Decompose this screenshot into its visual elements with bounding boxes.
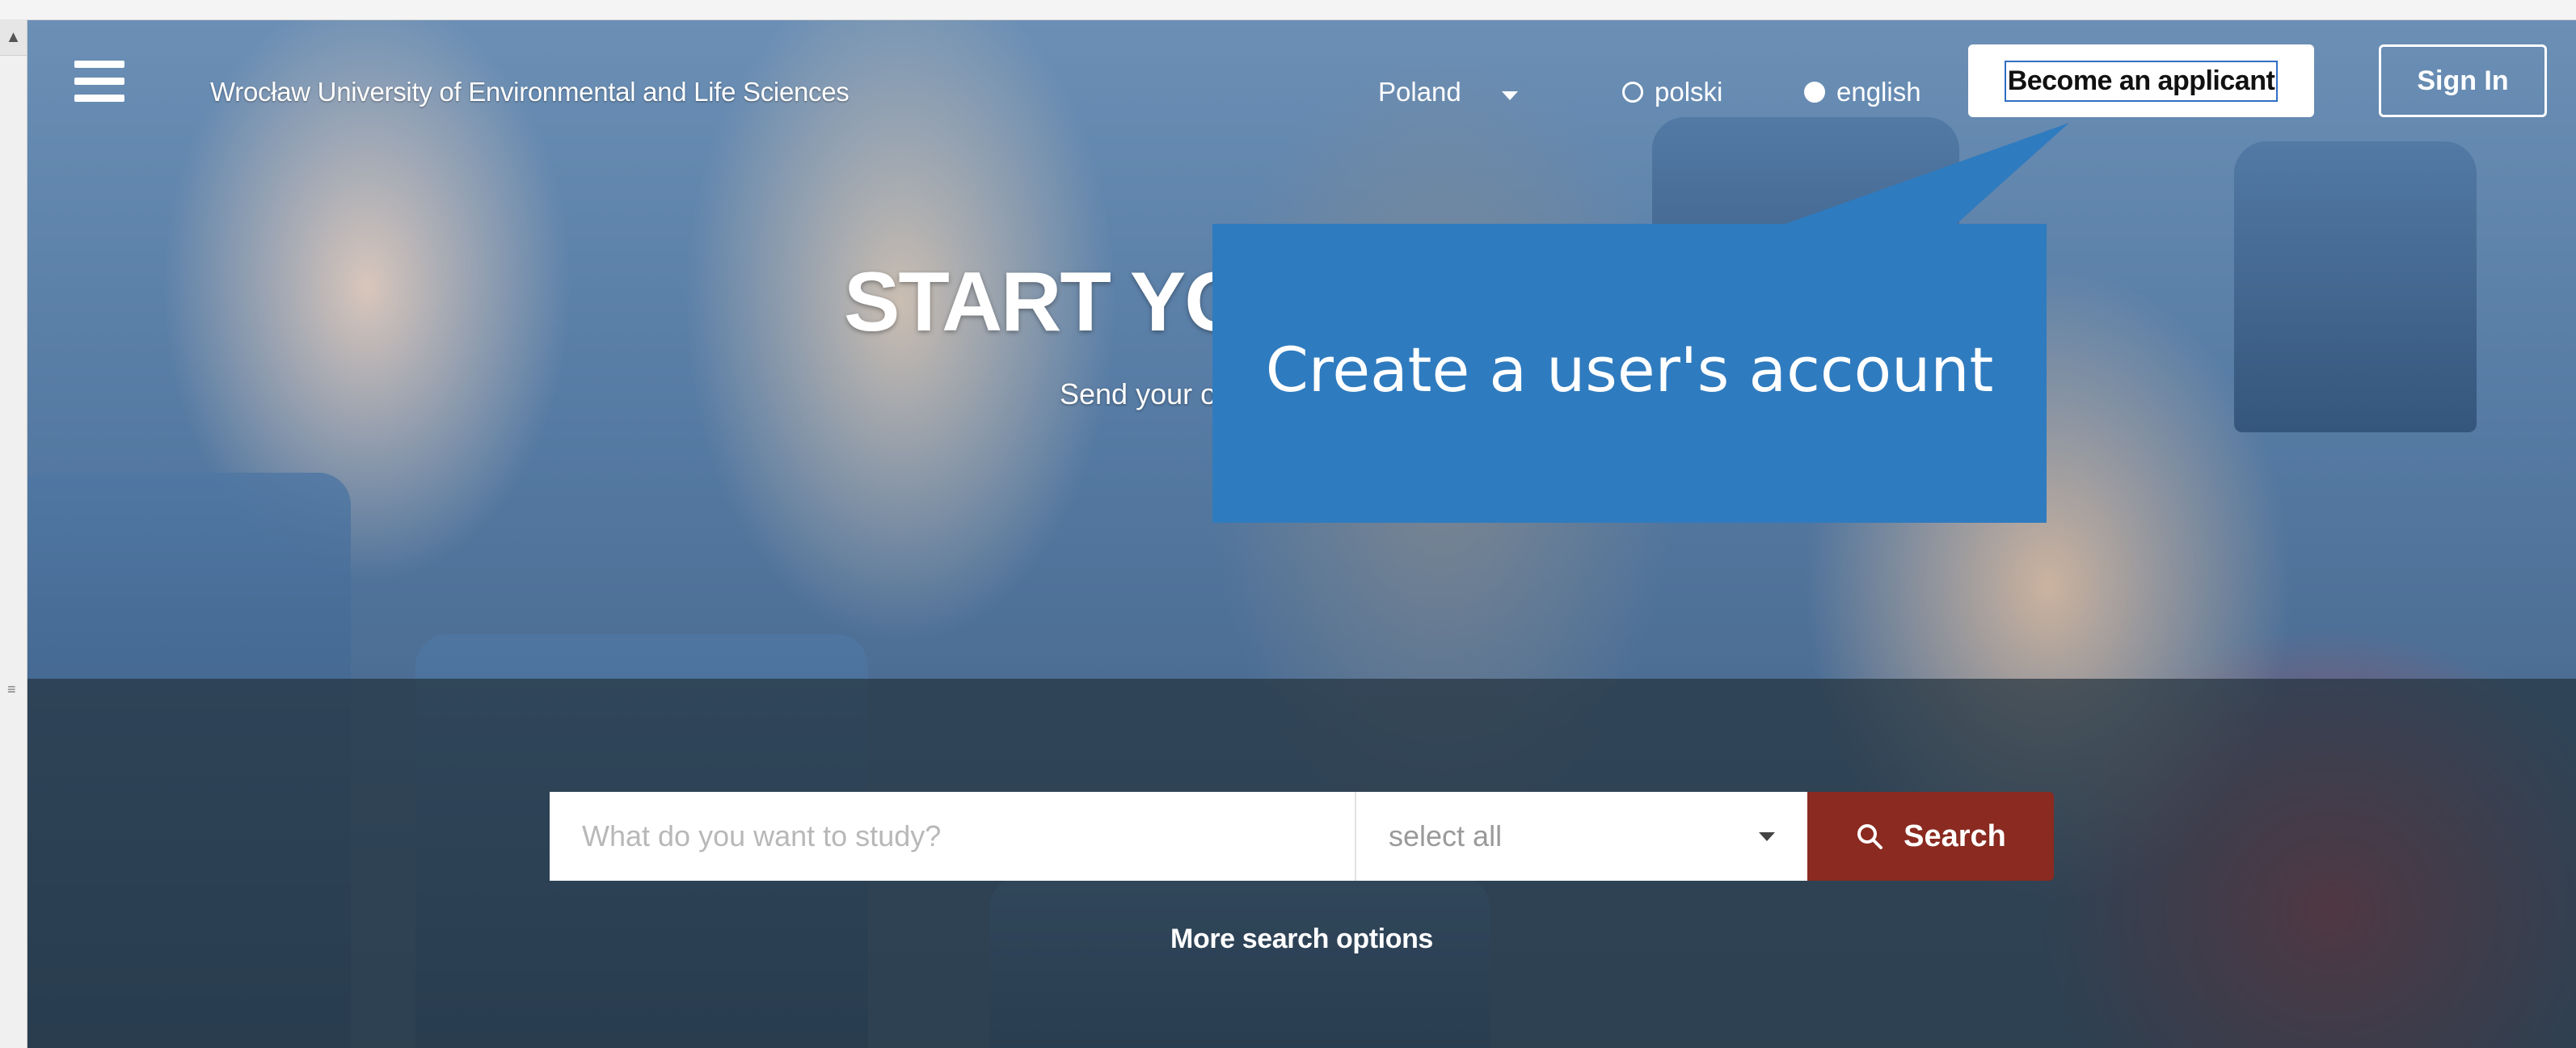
sign-in-button[interactable]: Sign In [2379,44,2547,117]
background-chair [2234,141,2477,432]
language-label: english [1836,77,1921,107]
country-selector[interactable]: Poland [1378,77,1461,107]
more-search-options-link[interactable]: More search options [27,924,2576,955]
radio-checked-icon[interactable] [1804,82,1825,103]
hero-section: Wrocław University of Environmental and … [27,20,2576,1048]
study-type-select[interactable]: select all [1355,792,1807,881]
university-name[interactable]: Wrocław University of Environmental and … [210,77,850,107]
become-applicant-label: Become an applicant [2004,60,2279,102]
more-search-options-label: More search options [1170,924,1433,954]
language-label: polski [1655,77,1723,107]
search-button-label: Search [1904,819,2006,853]
tutorial-callout: Create a user's account [1212,224,2047,523]
callout-text: Create a user's account [1265,333,1994,406]
hero-title: START YO [844,255,1250,349]
vertical-scrollbar[interactable]: ▲ ≡ [0,19,27,1048]
scrollbar-grip-icon[interactable]: ≡ [7,682,19,697]
top-navigation: Wrocław University of Environmental and … [27,20,2576,141]
search-icon [1857,824,1883,849]
study-search-input[interactable] [550,792,1355,881]
radio-icon[interactable] [1622,82,1643,103]
hero-subtitle: Send your on [1060,377,1233,410]
language-option-polski[interactable]: polski [1622,77,1722,107]
caret-down-icon[interactable] [1502,91,1518,100]
scroll-up-arrow-icon[interactable]: ▲ [0,19,27,56]
caret-down-icon[interactable] [1759,832,1775,841]
browser-top-strip [0,0,2576,20]
select-value: select all [1389,819,1503,852]
become-applicant-button[interactable]: Become an applicant [1968,44,2314,117]
hamburger-menu-icon[interactable] [74,61,124,103]
language-option-english[interactable]: english [1804,77,1921,107]
search-button[interactable]: Search [1807,792,2054,881]
